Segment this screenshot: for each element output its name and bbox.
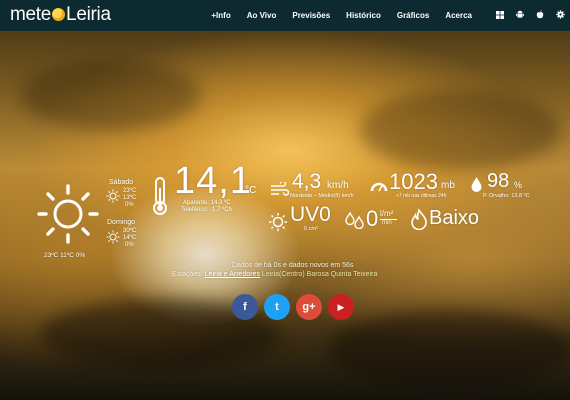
stations-label: Estações:	[172, 271, 203, 278]
google-plus-icon: g+	[302, 301, 316, 313]
nav-icons	[496, 0, 565, 31]
stations-list[interactable]: Leiria(Centro) Barosa Quinta Teixeira	[262, 271, 377, 278]
nav-link-historico[interactable]: Histórico	[338, 11, 389, 20]
forecast-min: 13ºC	[123, 195, 137, 201]
data-update-status: Dados de há 0s e dados novos em 56s	[232, 262, 354, 269]
temperature-value: 14,1	[174, 160, 252, 202]
forecast-min: 14ºC	[123, 235, 137, 241]
today-summary: 23ºC 11ºC 0%	[44, 252, 86, 259]
site-logo[interactable]: mete Leiria	[10, 4, 111, 26]
wind-unit: km/h	[327, 180, 349, 191]
stations-link[interactable]: Leiria e Arredores	[205, 271, 260, 278]
forecast-precip: 0%	[125, 202, 134, 208]
cloud-shadow	[360, 90, 560, 170]
apple-icon[interactable]	[536, 10, 544, 21]
windchill-temperature: Teleférico: -1,7 ºCh	[181, 207, 232, 213]
nav-link-previsoes[interactable]: Previsões	[284, 11, 338, 20]
humidity-value: 98	[487, 170, 510, 192]
wind-icon	[271, 182, 290, 196]
uv-detail: 0 cm²	[304, 226, 318, 232]
cloud-shadow	[330, 310, 570, 390]
cloud-shadow	[20, 60, 200, 130]
nav-link-graficos[interactable]: Gráficos	[389, 11, 437, 20]
pressure-value: 1023	[389, 169, 438, 194]
android-icon[interactable]	[516, 10, 524, 21]
pressure-unit: mb	[441, 180, 455, 191]
humidity-unit: %	[514, 180, 523, 190]
wind-value: 4,3	[292, 170, 322, 193]
water-drop-icon	[471, 177, 482, 192]
nav-link-ao-vivo[interactable]: Ao Vivo	[239, 11, 285, 20]
temperature-unit: °C	[245, 185, 257, 196]
apparent-temperature: Aparente: 14,3 ºC	[183, 200, 231, 206]
google-plus-button[interactable]: g+	[296, 294, 322, 320]
fire-risk-value: Baixo	[429, 207, 480, 229]
rain-unit-bottom: min	[382, 220, 392, 226]
nav-link-info[interactable]: +Info	[203, 11, 238, 20]
nav-link-acerca[interactable]: Acerca	[437, 11, 480, 20]
youtube-icon: ▶	[337, 301, 345, 312]
forecast-max: 30ºC	[123, 228, 137, 234]
facebook-button[interactable]: f	[232, 294, 258, 320]
forecast-day-label: Domingo	[107, 219, 136, 226]
thermometer-icon	[153, 177, 167, 215]
windows-icon[interactable]	[496, 10, 504, 21]
logo-text-pre: mete	[10, 4, 52, 25]
twitter-icon: t	[275, 301, 279, 313]
rain-value: 0	[366, 206, 379, 231]
small-sun-icon	[106, 189, 120, 203]
rain-drops-icon	[345, 212, 364, 229]
stations-line: Estações: Leiria e Arredores Leiria(Cent…	[172, 271, 377, 278]
small-sun-icon	[106, 230, 120, 244]
twitter-button[interactable]: t	[264, 294, 290, 320]
wind-detail: Nordeste – Médio(8) km/h	[290, 193, 354, 199]
pressure-detail: +7 mb nas últimas 24h	[396, 193, 447, 199]
uv-value: UV0	[290, 203, 331, 226]
logo-sun-icon	[52, 8, 66, 21]
logo-text-post: Leiria	[66, 4, 111, 25]
dew-point: P. Orvalho: 13,8 ºC	[483, 193, 530, 199]
gear-icon[interactable]	[556, 10, 565, 21]
sun-icon	[37, 184, 99, 244]
navbar: mete Leiria +Info Ao Vivo Previsões Histó…	[0, 0, 570, 31]
facebook-icon: f	[243, 301, 247, 313]
forecast-max: 23ºC	[123, 188, 137, 194]
forecast-precip: 0%	[125, 242, 134, 248]
fire-icon	[411, 209, 427, 230]
gauge-icon	[370, 182, 388, 192]
rain-unit-top: l/m²	[380, 209, 394, 218]
nav-links: +Info Ao Vivo Previsões Histórico Gráfic…	[203, 0, 480, 31]
youtube-button[interactable]: ▶	[328, 294, 354, 320]
uv-sun-icon	[269, 213, 287, 231]
forecast-day-label: Sábado	[109, 179, 134, 186]
